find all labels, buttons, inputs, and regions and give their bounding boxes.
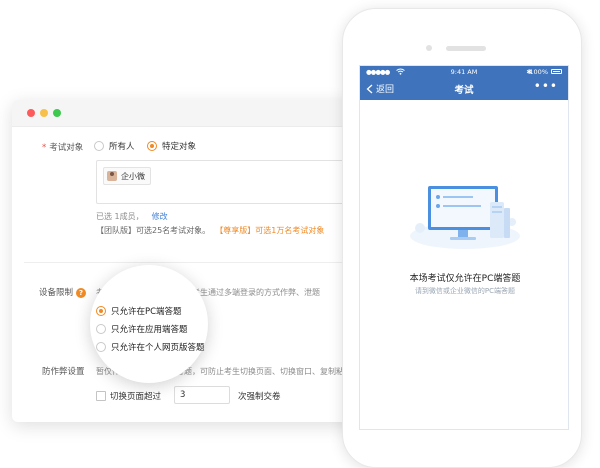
device-option-web[interactable]: 只允许在个人网页版答题	[96, 341, 205, 353]
pc-only-message: 本场考试仅允许在PC端答题	[409, 274, 521, 284]
edit-link[interactable]: 修改	[152, 212, 168, 221]
anticheat-label: 防作弊设置	[42, 367, 85, 377]
radio-icon	[94, 141, 104, 151]
edition-note: 【团队版】可选25名考试对象。 【尊享版】可选1万名考试对象	[96, 226, 325, 235]
window-titlebar	[12, 100, 392, 127]
radio-checked-icon	[147, 141, 157, 151]
switch-prefix: 切换页面超过	[110, 392, 162, 402]
radio-icon	[96, 342, 106, 352]
switch-page-checkbox[interactable]	[96, 391, 106, 401]
member-chip[interactable]: 企小微	[103, 167, 151, 185]
help-icon[interactable]: ?	[76, 287, 87, 298]
battery-text: 100%	[529, 68, 548, 76]
selected-count: 已选 1成员， 修改	[96, 212, 168, 221]
radio-icon	[96, 324, 106, 334]
close-dot-icon[interactable]	[27, 109, 35, 117]
device-limit-label: 设备限制?	[39, 286, 87, 298]
avatar	[107, 171, 117, 181]
exam-target-label: * 考试对象	[42, 143, 84, 153]
maximize-dot-icon[interactable]	[53, 109, 61, 117]
target-option-specific[interactable]: 特定对象	[147, 140, 196, 152]
pc-only-hint: 请到微信或企业微信的PC端答题	[414, 287, 516, 295]
phone-screen: ●●●●● 9:41 AM ✱ 100% 返回 考试 ••• 本场考试仅允许在P…	[359, 65, 569, 430]
camera-icon	[426, 45, 432, 51]
battery-icon	[551, 69, 562, 74]
nav-bar: 返回 考试 •••	[360, 78, 568, 100]
radio-checked-icon	[96, 306, 106, 316]
section-divider	[24, 262, 392, 263]
settings-window: * 考试对象 所有人 特定对象 企小微 已选 1成员， 修改 【团队版】可选25名考…	[12, 100, 398, 422]
switch-count-input[interactable]: 3	[174, 386, 230, 404]
device-option-app[interactable]: 只允许在应用端答题	[96, 323, 188, 335]
device-option-pc[interactable]: 只允许在PC端答题	[96, 305, 182, 317]
minimize-dot-icon[interactable]	[40, 109, 48, 117]
target-option-all[interactable]: 所有人	[94, 140, 135, 152]
premium-note: 【尊享版】可选1万名考试对象	[215, 226, 325, 235]
switch-suffix: 次强制交卷	[238, 392, 281, 402]
computer-illustration-icon	[410, 186, 520, 249]
status-bar: ●●●●● 9:41 AM ✱ 100%	[360, 66, 568, 78]
speaker-icon	[446, 46, 486, 51]
more-icon[interactable]: •••	[534, 79, 558, 93]
